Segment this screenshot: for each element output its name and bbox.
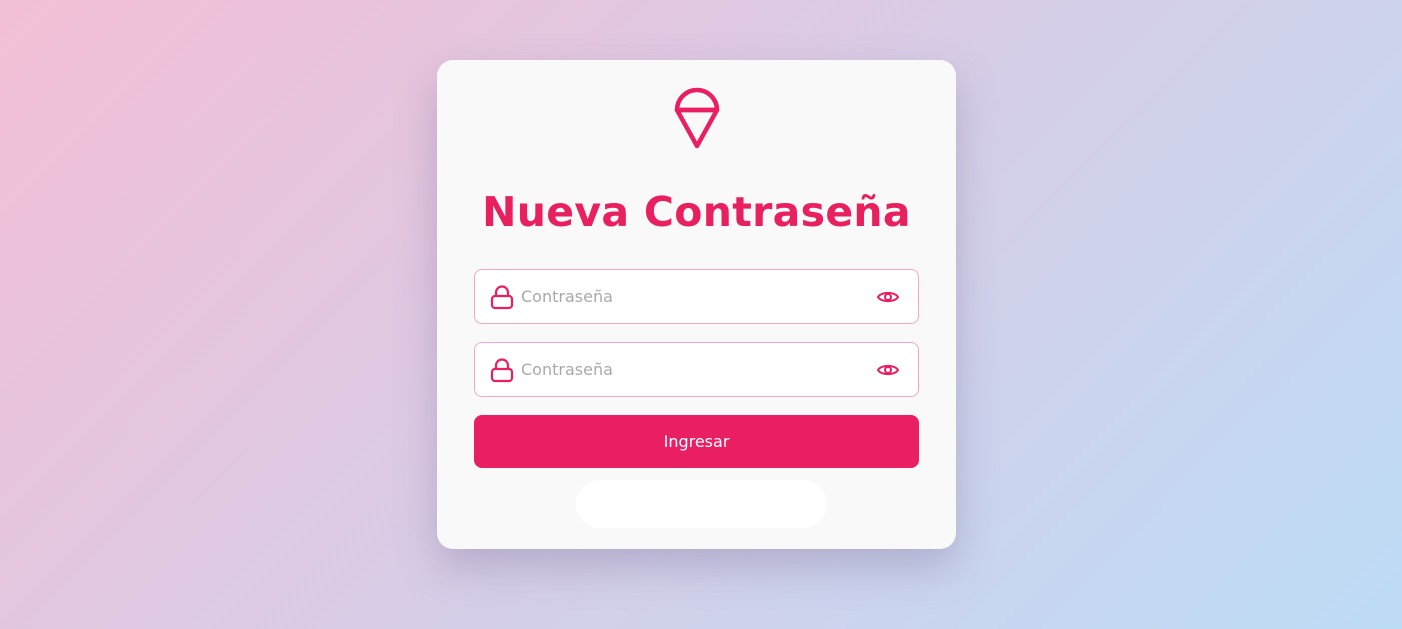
eye-icon[interactable] — [876, 285, 900, 309]
password-field[interactable] — [474, 269, 919, 324]
blank-pill — [576, 480, 827, 528]
ice-cream-cone-icon — [674, 87, 719, 149]
eye-icon[interactable] — [876, 358, 900, 382]
password-input[interactable] — [521, 270, 876, 323]
confirm-password-field[interactable] — [474, 342, 919, 397]
lock-icon — [490, 284, 514, 309]
submit-button[interactable]: Ingresar — [474, 415, 919, 468]
confirm-password-input[interactable] — [521, 343, 876, 396]
lock-icon — [490, 357, 514, 382]
page-title: Nueva Contraseña — [482, 188, 911, 236]
login-card: Nueva Contraseña Ingresar — [437, 60, 956, 549]
